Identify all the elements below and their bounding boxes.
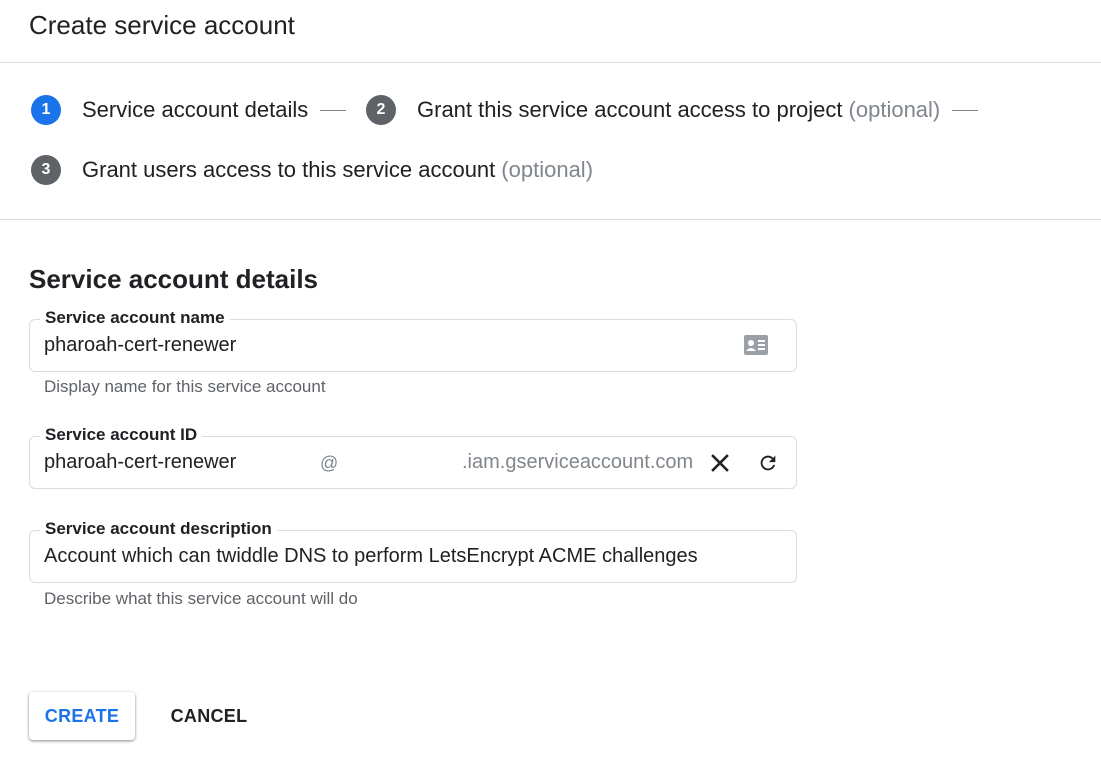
stepper: 1 Service account details 2 Grant this s… bbox=[0, 63, 1101, 220]
refresh-icon[interactable] bbox=[754, 449, 782, 477]
step-1-label: Service account details bbox=[82, 97, 309, 122]
cancel-button[interactable]: CANCEL bbox=[160, 692, 258, 740]
create-button[interactable]: CREATE bbox=[29, 692, 135, 740]
service-account-description-label: Service account description bbox=[40, 519, 277, 539]
step-2-optional: (optional) bbox=[848, 97, 941, 122]
step-1[interactable]: 1 Service account details bbox=[31, 94, 347, 126]
step-2-label: Grant this service account access to pro… bbox=[417, 97, 843, 122]
service-account-id-input[interactable]: pharoah-cert-renewer bbox=[44, 451, 236, 474]
service-account-name-hint: Display name for this service account bbox=[44, 377, 326, 396]
service-account-id-field[interactable]: Service account ID pharoah-cert-renewer … bbox=[29, 425, 797, 489]
at-sign: @ bbox=[320, 453, 339, 473]
service-account-description-field[interactable]: Service account description Account whic… bbox=[29, 519, 797, 583]
service-account-name-label: Service account name bbox=[40, 308, 230, 328]
step-2[interactable]: 2 Grant this service account access to p… bbox=[366, 94, 979, 126]
service-account-id-label: Service account ID bbox=[40, 425, 203, 445]
step-connector bbox=[320, 109, 347, 111]
step-1-number: 1 bbox=[31, 95, 61, 125]
page-header: Create service account bbox=[0, 0, 1101, 63]
step-3-number: 3 bbox=[31, 155, 61, 185]
service-account-description-hint: Describe what this service account will … bbox=[44, 589, 358, 608]
step-3[interactable]: 3 Grant users access to this service acc… bbox=[31, 154, 593, 186]
contact-card-icon bbox=[742, 331, 770, 359]
section-title: Service account details bbox=[29, 264, 319, 294]
service-account-name-input[interactable]: pharoah-cert-renewer bbox=[44, 334, 236, 357]
step-connector bbox=[952, 109, 979, 111]
step-3-label: Grant users access to this service accou… bbox=[82, 157, 496, 182]
page-title: Create service account bbox=[29, 10, 295, 40]
service-account-description-input[interactable]: Account which can twiddle DNS to perform… bbox=[44, 545, 698, 568]
domain-suffix: .iam.gserviceaccount.com bbox=[462, 451, 694, 473]
close-icon[interactable] bbox=[706, 449, 734, 477]
step-3-optional: (optional) bbox=[501, 157, 594, 182]
step-2-number: 2 bbox=[366, 95, 396, 125]
service-account-name-field[interactable]: Service account name pharoah-cert-renewe… bbox=[29, 308, 797, 372]
